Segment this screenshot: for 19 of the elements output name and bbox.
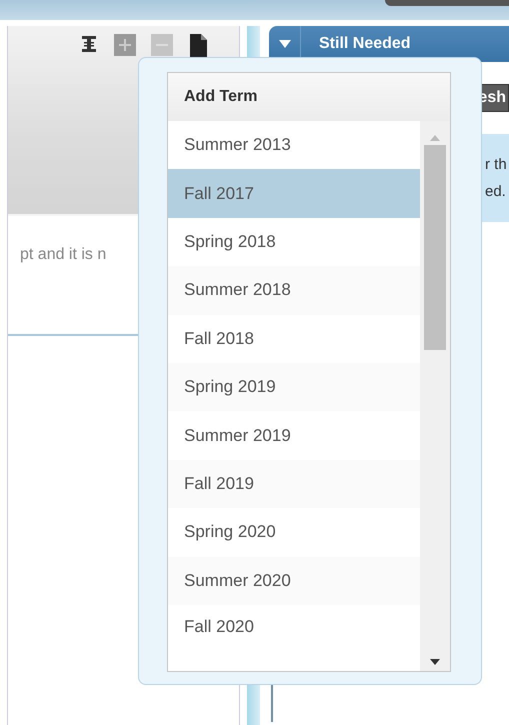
plus-icon[interactable] <box>114 34 136 56</box>
list-header: Add Term <box>168 73 450 121</box>
description-text: pt and it is n <box>20 246 106 264</box>
caret-icon <box>278 40 290 48</box>
term-option[interactable]: Summer 2020 <box>168 556 420 605</box>
term-option[interactable]: Fall 2019 <box>168 460 420 508</box>
term-option[interactable]: Spring 2019 <box>168 362 420 412</box>
expand-rows-icon[interactable] <box>79 34 99 54</box>
term-option[interactable]: Summer 2018 <box>168 266 420 315</box>
section-title: Still Needed <box>319 35 411 53</box>
notice-text: r th <box>485 156 508 173</box>
minus-icon[interactable] <box>151 34 173 56</box>
scroll-down-icon[interactable] <box>430 659 440 665</box>
scroll-thumb[interactable] <box>424 145 446 350</box>
notice-text: ed. <box>485 183 507 200</box>
scroll-up-icon[interactable] <box>430 135 440 141</box>
scrollbar[interactable] <box>420 121 450 671</box>
term-option[interactable]: Fall 2017 <box>168 169 420 218</box>
document-icon[interactable] <box>188 34 208 58</box>
